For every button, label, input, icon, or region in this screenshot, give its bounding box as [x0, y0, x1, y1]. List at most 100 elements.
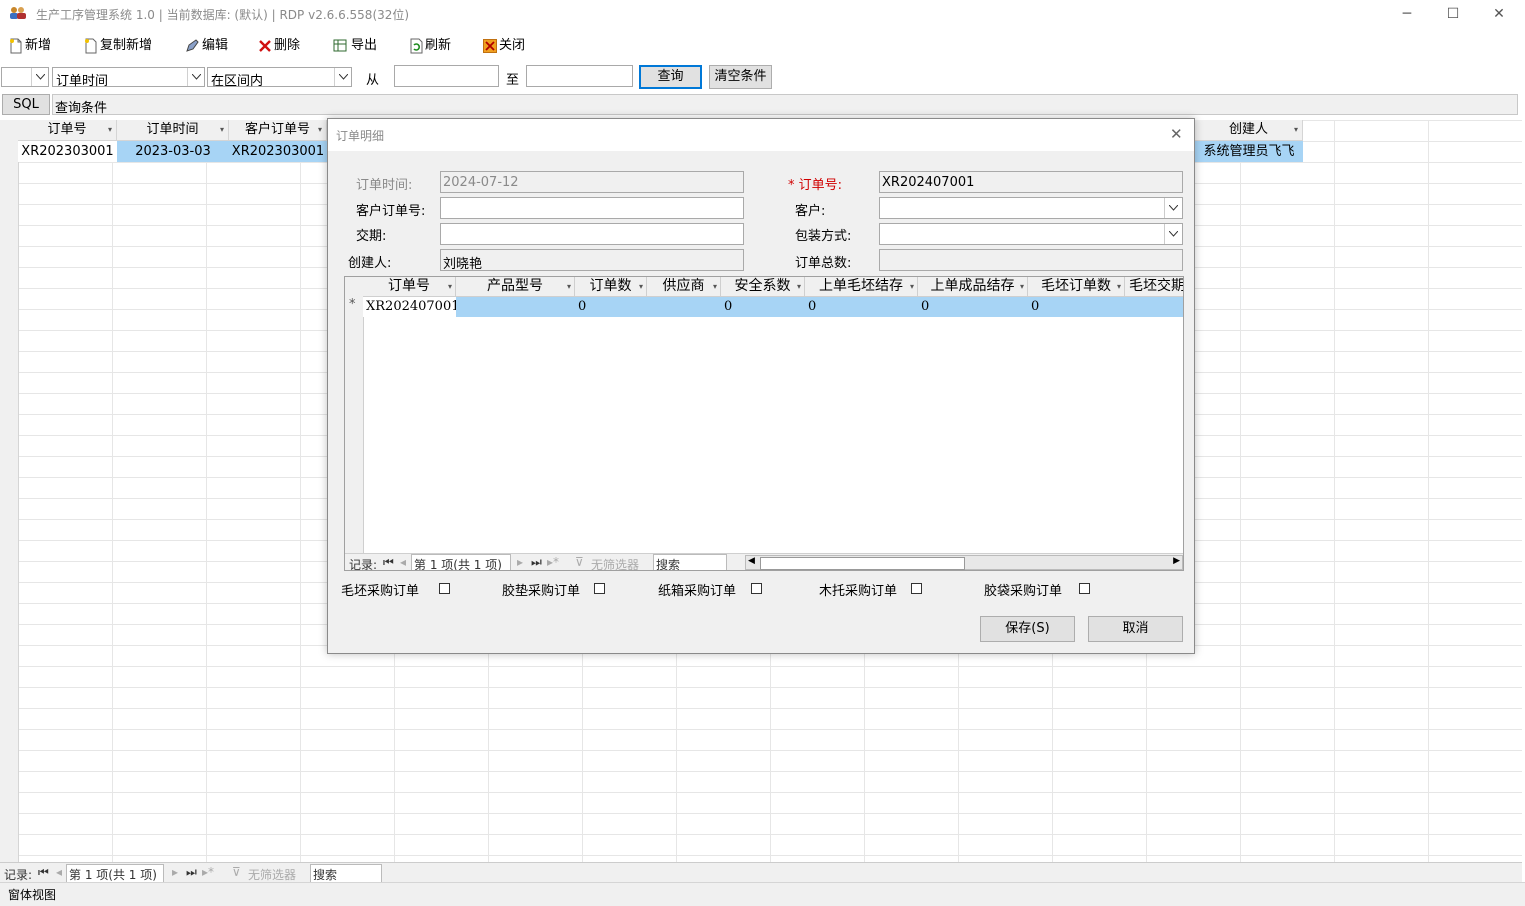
from-label: 从 — [366, 73, 380, 88]
customer-order-field[interactable] — [440, 197, 744, 219]
total-label: 订单总数: — [795, 256, 852, 271]
last-record-icon[interactable]: ⏭ — [531, 555, 542, 570]
carton-purchase-label: 纸箱采购订单 — [658, 584, 737, 599]
subgrid-col-blank-order-qty[interactable]: 毛坯订单数 ▾ — [1028, 277, 1125, 297]
delivery-field[interactable] — [440, 223, 744, 245]
search-input[interactable]: 搜索 — [310, 864, 382, 883]
row-selector-column[interactable] — [0, 120, 19, 862]
column-header-customer-order[interactable]: 客户订单号 ▾ — [229, 120, 327, 141]
subgrid-cell-safety-factor[interactable]: 0 — [721, 297, 805, 317]
cell-order-time[interactable]: 2023-03-03 — [117, 141, 229, 162]
pallet-purchase-label: 木托采购订单 — [819, 584, 898, 599]
minimize-button[interactable]: ─ — [1384, 0, 1430, 28]
prev-record-icon[interactable]: ◂ — [56, 865, 62, 879]
subgrid-col-blank-delivery[interactable]: 毛坯交期 — [1125, 277, 1183, 297]
next-record-icon[interactable]: ▸ — [517, 555, 523, 569]
subgrid-col-safety-factor[interactable]: 安全系数 ▾ — [721, 277, 805, 297]
refresh-button-label: 刷新 — [425, 38, 452, 53]
maximize-button[interactable]: ☐ — [1430, 0, 1476, 28]
subgrid-cell-blank-order-qty[interactable]: 0 — [1028, 297, 1125, 317]
customer-select[interactable] — [879, 197, 1183, 219]
customer-label: 客户: — [795, 204, 826, 219]
subgrid-cell-prev-finished-stock[interactable]: 0 — [918, 297, 1028, 317]
export-button[interactable]: 导出 — [333, 36, 377, 56]
scroll-left-icon[interactable]: ◀ — [748, 556, 755, 566]
subgrid-no-filter-label[interactable]: 无筛选器 — [591, 556, 639, 570]
no-filter-label[interactable]: 无筛选器 — [248, 866, 296, 883]
copy-new-button[interactable]: 复制新增 — [84, 36, 152, 56]
subgrid-cell-order-no[interactable]: XR202407001 — [363, 297, 459, 317]
subgrid-page-box[interactable]: 第 1 项(共 1 项) — [411, 554, 511, 570]
pad-purchase-checkbox[interactable] — [594, 583, 605, 594]
next-record-icon[interactable]: ▸ — [172, 865, 178, 879]
subgrid-row-selector[interactable] — [345, 277, 364, 570]
query-condition-text: 查询条件 — [55, 101, 108, 116]
to-input[interactable] — [526, 65, 633, 87]
copy-doc-icon — [85, 38, 97, 54]
packaging-select[interactable] — [879, 223, 1183, 245]
bag-purchase-checkbox[interactable] — [1079, 583, 1090, 594]
cell-customer-order[interactable]: XR202303001 — [229, 141, 327, 162]
logic-select[interactable] — [1, 67, 49, 87]
subgrid-col-supplier[interactable]: 供应商 ▾ — [647, 277, 721, 297]
operator-select[interactable]: 在区间内 — [207, 67, 352, 89]
dropdown-arrow-icon: ▾ — [566, 282, 571, 291]
first-record-icon[interactable]: ⏮ — [38, 865, 49, 880]
close-button[interactable]: 关闭 — [483, 36, 525, 56]
save-button[interactable]: 保存(S) — [980, 616, 1075, 642]
field-select-value: 订单时间 — [56, 74, 109, 89]
close-window-button[interactable]: ✕ — [1476, 0, 1522, 28]
blank-purchase-checkbox[interactable] — [439, 583, 450, 594]
order-no-field[interactable]: XR202407001 — [879, 171, 1183, 193]
subgrid-cell-prev-blank-stock[interactable]: 0 — [805, 297, 918, 317]
new-record-icon[interactable]: ▸* — [547, 555, 559, 569]
order-no-label: * 订单号: — [788, 178, 843, 193]
subgrid-cell-product-model[interactable] — [456, 297, 575, 317]
users-app-icon — [10, 7, 26, 19]
delete-button[interactable]: 删除 — [258, 36, 300, 56]
column-header-creator[interactable]: 创建人 ▾ — [1195, 120, 1303, 141]
sql-button[interactable]: SQL — [2, 94, 50, 115]
scrollbar-thumb[interactable] — [760, 557, 965, 570]
dialog-close-icon[interactable]: ✕ — [1170, 125, 1183, 143]
subgrid-cell-supplier[interactable] — [647, 297, 721, 317]
cell-creator[interactable]: 系统管理员飞飞 — [1195, 141, 1303, 162]
bag-purchase-label: 胶袋采购订单 — [984, 584, 1063, 599]
field-select[interactable]: 订单时间 — [52, 67, 205, 89]
subgrid-cell-blank-delivery[interactable] — [1125, 297, 1183, 317]
new-record-icon[interactable]: ▸* — [202, 865, 214, 879]
horizontal-scrollbar[interactable]: ◀ ▶ — [745, 555, 1183, 570]
column-header-order-time[interactable]: 订单时间 ▾ — [117, 120, 229, 141]
dropdown-arrow-icon: ▾ — [796, 282, 801, 291]
from-input[interactable] — [394, 65, 499, 87]
query-button[interactable]: 查询 — [639, 65, 702, 89]
query-condition-bar[interactable]: 查询条件 — [52, 94, 1518, 116]
cancel-button[interactable]: 取消 — [1088, 616, 1183, 642]
edit-button[interactable]: 编辑 — [184, 36, 228, 56]
order-time-value: 2024-07-12 — [443, 175, 519, 190]
first-record-icon[interactable]: ⏮ — [383, 555, 394, 570]
last-record-icon[interactable]: ⏭ — [186, 865, 197, 880]
refresh-button[interactable]: 刷新 — [409, 36, 451, 56]
prev-record-icon[interactable]: ◂ — [400, 555, 406, 569]
subgrid-col-prev-blank-stock[interactable]: 上单毛坯结存 ▾ — [805, 277, 918, 297]
subgrid-cell-order-qty[interactable]: 0 — [575, 297, 647, 317]
scroll-right-icon[interactable]: ▶ — [1173, 556, 1180, 566]
record-page-box[interactable]: 第 1 项(共 1 项) — [66, 864, 164, 883]
detail-subgrid: 订单号 ▾ 产品型号 ▾ 订单数 ▾ 供应商 ▾ 安全系数 ▾ 上单毛坯结存 ▾ 上单成品结… — [344, 276, 1184, 571]
cell-order-no[interactable]: XR202303001 — [18, 141, 117, 162]
subgrid-col-prev-finished-stock[interactable]: 上单成品结存 ▾ — [918, 277, 1028, 297]
subgrid-col-product-model[interactable]: 产品型号 ▾ — [456, 277, 575, 297]
clear-conditions-button[interactable]: 清空条件 — [709, 65, 772, 89]
window-title: 生产工序管理系统 1.0 | 当前数据库: (默认) | RDP v2.6.6.… — [36, 8, 410, 22]
subgrid-search-input[interactable]: 搜索 — [653, 554, 727, 570]
column-header-order-no[interactable]: 订单号 ▾ — [18, 120, 117, 141]
pallet-purchase-checkbox[interactable] — [911, 583, 922, 594]
dropdown-arrow-icon: ▾ — [317, 125, 322, 134]
subgrid-col-order-no[interactable]: 订单号 ▾ — [363, 277, 456, 297]
subgrid-col-order-qty[interactable]: 订单数 ▾ — [575, 277, 647, 297]
status-text: 窗体视图 — [8, 888, 57, 902]
blank-purchase-label: 毛坯采购订单 — [341, 584, 420, 599]
new-button[interactable]: 新增 — [9, 36, 51, 56]
carton-purchase-checkbox[interactable] — [751, 583, 762, 594]
